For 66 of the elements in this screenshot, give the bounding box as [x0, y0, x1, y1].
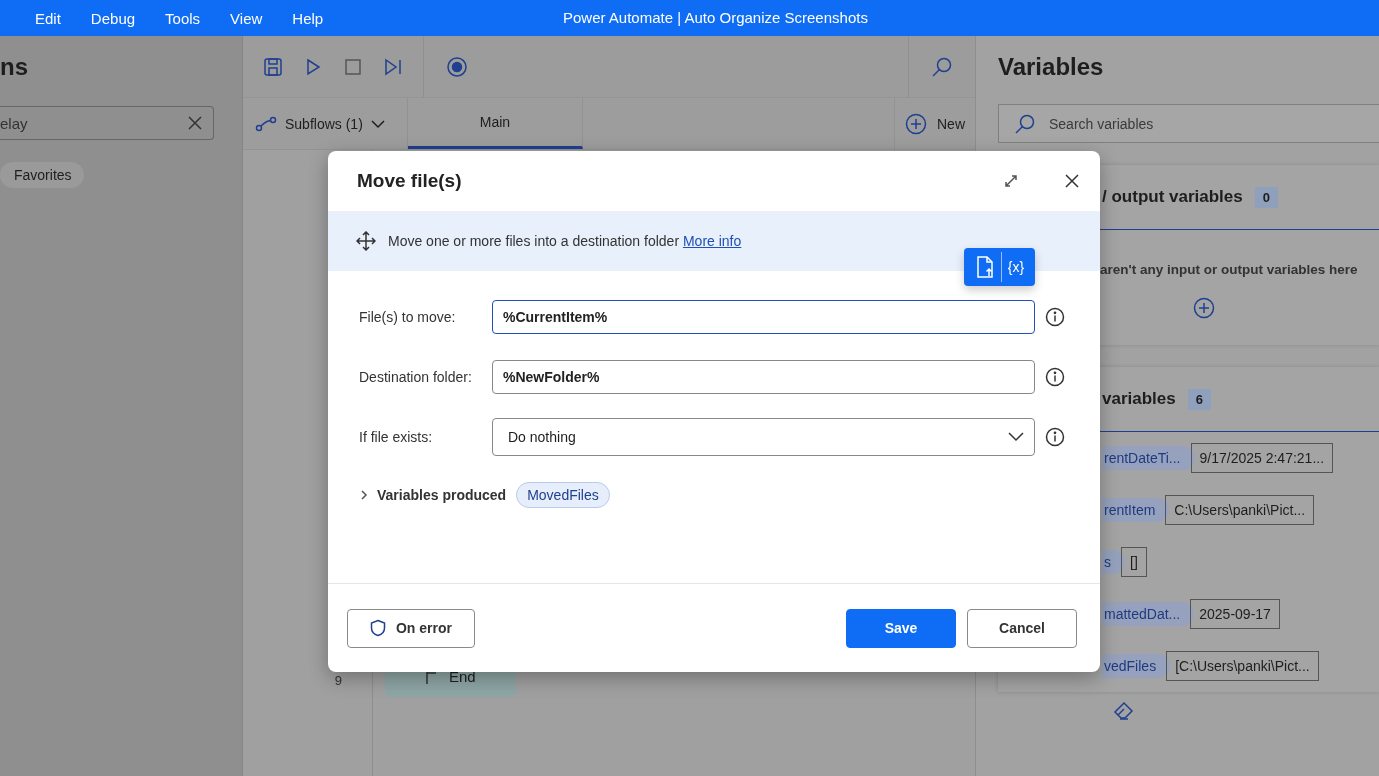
- variable-chip[interactable]: mattedDat...: [1102, 602, 1195, 626]
- count-badge: 0: [1254, 186, 1278, 208]
- close-icon[interactable]: [1064, 173, 1080, 189]
- variable-chip[interactable]: vedFiles: [1102, 654, 1171, 678]
- stop-icon[interactable]: [343, 56, 363, 77]
- menu-item[interactable]: Tools: [150, 9, 216, 27]
- variable-value: []: [1121, 547, 1147, 577]
- dropdown[interactable]: Do nothing: [492, 418, 1035, 456]
- menu-item[interactable]: Help: [277, 9, 339, 27]
- caret-icon: [370, 118, 385, 129]
- more-info-link[interactable]: More info: [682, 233, 742, 249]
- info-icon[interactable]: [1045, 307, 1065, 327]
- variables-produced-toggle[interactable]: Variables produced: [359, 487, 507, 503]
- search-field[interactable]: elay: [0, 106, 214, 140]
- field-label: Destination folder:: [359, 369, 473, 385]
- variable-chip[interactable]: MovedFiles: [516, 482, 610, 508]
- file-icon[interactable]: [974, 256, 995, 278]
- pane-title: ns: [0, 52, 29, 82]
- new-button[interactable]: New: [894, 98, 975, 149]
- expand-icon[interactable]: [1004, 174, 1018, 188]
- on-error-button[interactable]: On error: [347, 608, 475, 648]
- variable-chip[interactable]: rentItem: [1102, 498, 1170, 522]
- menu-item[interactable]: Edit: [20, 9, 76, 27]
- menu-item[interactable]: Debug: [75, 9, 151, 27]
- record-icon[interactable]: [446, 55, 468, 78]
- section-title: variables: [1102, 389, 1176, 409]
- window-title: Power Automate | Auto Organize Screenshots: [563, 9, 868, 26]
- search-field[interactable]: Search variables: [998, 104, 1379, 143]
- save-button[interactable]: Save: [846, 608, 956, 648]
- input-field[interactable]: %CurrentItem%: [492, 300, 1035, 334]
- dialog-title: Move file(s): [357, 170, 463, 192]
- chevron-right-icon: [359, 490, 369, 500]
- section-title: / output variables: [1102, 187, 1243, 207]
- count-badge: 6: [1187, 388, 1211, 410]
- empty-message: aren't any input or output variables here: [1099, 261, 1359, 277]
- shield-icon: [370, 619, 386, 637]
- move-icon: [356, 231, 376, 251]
- save-icon[interactable]: [263, 56, 283, 77]
- field-label: File(s) to move:: [359, 309, 457, 325]
- search-icon: [1014, 113, 1036, 135]
- description: Move one or more files into a destination folder: [388, 233, 681, 249]
- clear-icon[interactable]: [187, 115, 203, 131]
- variable-value: 9/17/2025 2:47:21...: [1190, 443, 1334, 473]
- variable-chip[interactable]: rentDateTi...: [1102, 446, 1195, 470]
- line-number: 9: [334, 673, 342, 688]
- variable-chip[interactable]: s: [1102, 550, 1125, 574]
- step-icon[interactable]: [383, 56, 403, 77]
- add-icon[interactable]: [1193, 297, 1215, 319]
- subflows-dropdown[interactable]: Subflows (1): [243, 98, 408, 149]
- plus-icon: [905, 112, 927, 135]
- cancel-button[interactable]: Cancel: [967, 608, 1077, 648]
- variable-value: 2025-09-17: [1190, 599, 1280, 629]
- subflow-icon: [255, 114, 277, 133]
- variable-picker-button[interactable]: {x}: [1007, 259, 1025, 275]
- search-icon[interactable]: [931, 55, 953, 78]
- pane-title: Variables: [998, 52, 1105, 82]
- filter-chip[interactable]: Favorites: [0, 162, 84, 188]
- menu-item[interactable]: View: [215, 9, 278, 27]
- chevron-icon: [1008, 432, 1024, 442]
- info-icon[interactable]: [1045, 367, 1065, 387]
- variable-value: C:\Users\panki\Pict...: [1165, 495, 1315, 525]
- field-label: If file exists:: [359, 429, 434, 445]
- info-icon[interactable]: [1045, 427, 1065, 447]
- input-field[interactable]: %NewFolder%: [492, 360, 1035, 394]
- variable-value: [C:\Users\panki\Pict...: [1166, 651, 1319, 681]
- eraser-icon[interactable]: [1112, 700, 1135, 720]
